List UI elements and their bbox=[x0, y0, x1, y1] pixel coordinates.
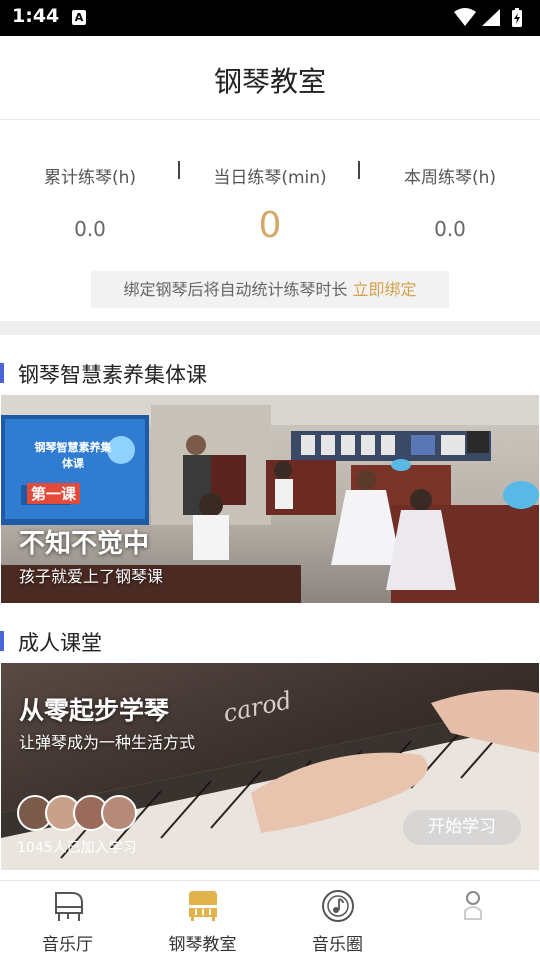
page-header: 钢琴教室 bbox=[0, 36, 540, 120]
banner-subtitle: 让弹琴成为一种生活方式 bbox=[19, 733, 196, 752]
tab-music-hall[interactable]: 音乐厅 bbox=[0, 881, 135, 961]
bind-notice-text: 绑定钢琴后将自动统计练琴时长 bbox=[123, 280, 348, 299]
screen-title: 钢琴智慧素养集体课 bbox=[34, 441, 112, 470]
status-time: 1:44 bbox=[12, 5, 60, 27]
bind-notice: 绑定钢琴后将自动统计练琴时长 立即绑定 bbox=[91, 271, 449, 308]
section-title-adult-course: 成人课堂 bbox=[0, 627, 540, 655]
stat-value: 0 bbox=[258, 205, 282, 246]
notification-a-icon: A bbox=[72, 10, 86, 25]
tab-label: 音乐圈 bbox=[312, 935, 363, 955]
tab-piano-classroom[interactable]: 钢琴教室 bbox=[135, 881, 270, 961]
screen-lesson: 第一课 bbox=[27, 483, 81, 504]
section-title-group-course: 钢琴智慧素养集体课 bbox=[0, 359, 540, 387]
stat-label: 本周练琴(h) bbox=[403, 168, 497, 188]
join-count: 1045人已加入学习 bbox=[17, 840, 137, 856]
profile-icon bbox=[464, 891, 482, 920]
section-title-text: 钢琴智慧素养集体课 bbox=[18, 363, 207, 387]
page-title: 钢琴教室 bbox=[213, 65, 326, 98]
practice-stats: 累计练琴(h) 0.0 当日练琴(min) 0 本周练琴(h) 0.0 绑定钢琴… bbox=[0, 121, 540, 321]
group-course-banner[interactable]: 钢琴智慧素养集体课 第一课 不知不觉中 孩子就爱上了钢琴课 bbox=[1, 395, 539, 603]
banner-subtitle: 孩子就爱上了钢琴课 bbox=[19, 567, 164, 586]
tab-profile[interactable] bbox=[405, 881, 540, 961]
upright-piano-icon bbox=[189, 891, 217, 921]
wifi-icon bbox=[454, 8, 476, 26]
section-accent-bar bbox=[0, 631, 4, 651]
section-title-text: 成人课堂 bbox=[18, 631, 102, 655]
music-note-circle-icon bbox=[322, 890, 354, 922]
status-bar: 1:44 A bbox=[0, 0, 540, 36]
tab-label: 音乐厅 bbox=[42, 935, 93, 955]
stat-value: 0.0 bbox=[74, 217, 106, 241]
start-learning-button[interactable]: 开始学习 bbox=[403, 810, 521, 845]
stat-label: 累计练琴(h) bbox=[43, 168, 137, 188]
stat-label: 当日练琴(min) bbox=[213, 168, 327, 188]
grand-piano-icon bbox=[55, 892, 83, 921]
adult-course-banner[interactable]: carod 从零起步学琴 让弹琴成为一种生活方式 1045人已加入学习 开始学习 bbox=[1, 663, 539, 870]
banner-headline: 从零起步学琴 bbox=[19, 696, 170, 725]
bottom-tab-bar: 音乐厅 钢琴教室 音乐圈 bbox=[0, 880, 540, 960]
stat-value: 0.0 bbox=[434, 217, 466, 241]
tab-label: 钢琴教室 bbox=[168, 935, 237, 955]
banner-headline: 不知不觉中 bbox=[19, 529, 150, 559]
section-accent-bar bbox=[0, 363, 4, 383]
tab-music-circle[interactable]: 音乐圈 bbox=[270, 881, 405, 961]
section-divider bbox=[0, 321, 540, 335]
bind-now-link[interactable]: 立即绑定 bbox=[353, 280, 417, 299]
status-icons bbox=[454, 8, 522, 27]
avatar bbox=[101, 795, 137, 831]
signal-icon bbox=[482, 9, 500, 26]
